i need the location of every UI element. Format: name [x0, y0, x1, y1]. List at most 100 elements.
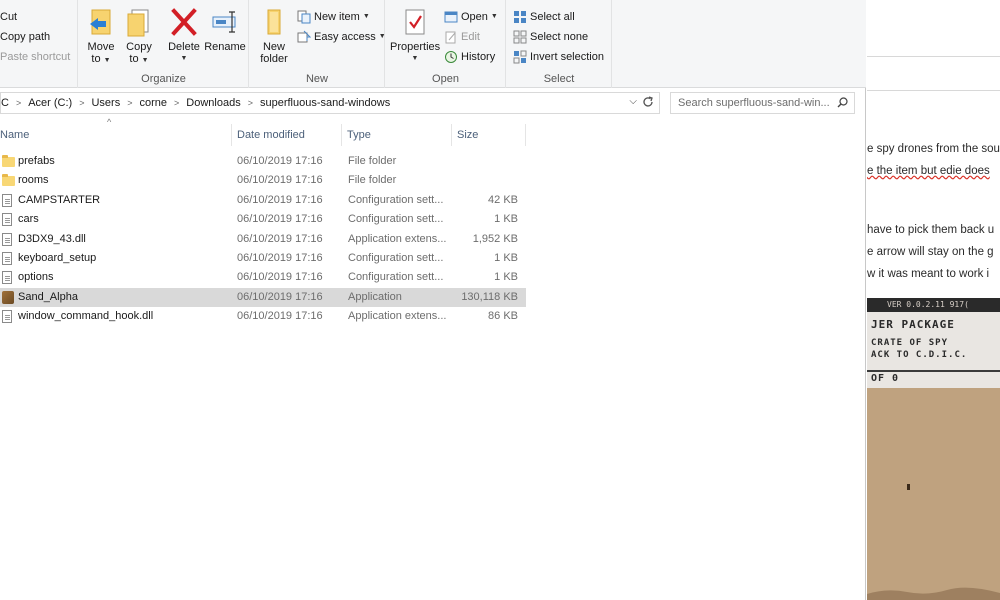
file-list: prefabs 06/10/2019 17:16 File folder roo… — [0, 152, 526, 327]
easy-access-button[interactable]: Easy access ▼ — [297, 28, 386, 46]
refresh-icon[interactable] — [641, 95, 655, 109]
file-type: Application extens... — [348, 310, 447, 323]
invert-selection-button[interactable]: Invert selection — [513, 48, 604, 66]
search-icon[interactable] — [837, 97, 848, 108]
properties-caret-icon: ▼ — [411, 55, 419, 62]
chevron-right-icon: > — [79, 98, 85, 108]
select-all-button[interactable]: Select all — [513, 8, 575, 26]
dll-file-icon — [2, 310, 12, 324]
rename-label: Rename — [204, 41, 246, 53]
file-date-modified: 06/10/2019 17:16 — [237, 193, 323, 206]
copy-to-label-1: Copy — [126, 41, 152, 53]
rename-button[interactable]: Rename — [203, 6, 247, 53]
organize-group: Move to ▼ Copy to ▼ Delete ▼ Rename Orga… — [79, 0, 249, 88]
file-row-prefabs[interactable]: prefabs 06/10/2019 17:16 File folder — [0, 152, 526, 171]
article-text-line: have to pick them back u — [867, 224, 995, 236]
file-explorer-window: Cut Copy path Paste shortcut Move to ▼ C… — [0, 0, 866, 600]
file-date-modified: 06/10/2019 17:16 — [237, 174, 323, 187]
breadcrumb-user[interactable]: corne — [135, 97, 171, 109]
history-button[interactable]: History — [444, 48, 495, 66]
ribbon: Cut Copy path Paste shortcut Move to ▼ C… — [0, 0, 866, 88]
file-type: Configuration sett... — [348, 251, 444, 264]
file-row-d3dx9[interactable]: D3DX9_43.dll 06/10/2019 17:16 Applicatio… — [0, 230, 526, 249]
copy-to-caret-icon: ▼ — [141, 57, 149, 64]
breadcrumb-drive[interactable]: Acer (C:) — [24, 97, 76, 109]
open-group: Properties ▼ Open ▼ Edit History Open — [386, 0, 506, 88]
move-to-label-2: to — [91, 53, 101, 65]
file-row-sand-alpha[interactable]: Sand_Alpha 06/10/2019 17:16 Application … — [0, 287, 526, 308]
column-headers: Name Date modified Type Size — [0, 124, 526, 146]
file-size: 1 KB — [494, 251, 518, 264]
divider — [867, 56, 1000, 57]
article-text-line: w it was meant to work i — [867, 268, 990, 280]
file-row-cars[interactable]: cars 06/10/2019 17:16 Configuration sett… — [0, 210, 526, 229]
breadcrumb-users[interactable]: Users — [87, 97, 124, 109]
paste-shortcut-button[interactable]: Paste shortcut — [0, 48, 70, 66]
new-folder-icon — [259, 6, 289, 38]
select-group: Select all Select none Invert selection … — [507, 0, 612, 88]
copy-to-button[interactable]: Copy to ▼ — [117, 6, 161, 67]
select-group-label: Select — [543, 73, 575, 85]
copy-to-label-2: to — [129, 53, 139, 65]
column-header-type[interactable]: Type — [343, 124, 452, 146]
search-input[interactable]: Search superfluous-sand-win... — [670, 92, 855, 114]
easy-access-icon — [297, 30, 312, 44]
folder-icon — [2, 174, 15, 187]
file-row-options[interactable]: options 06/10/2019 17:16 Configuration s… — [0, 268, 526, 287]
select-none-button[interactable]: Select none — [513, 28, 588, 46]
select-all-label: Select all — [530, 11, 575, 23]
open-group-label: Open — [432, 73, 459, 85]
file-size: 130,118 KB — [461, 290, 518, 303]
delete-label: Delete — [168, 41, 200, 53]
properties-button[interactable]: Properties ▼ — [390, 6, 440, 65]
file-date-modified: 06/10/2019 17:16 — [237, 310, 323, 323]
file-date-modified: 06/10/2019 17:16 — [237, 290, 323, 303]
file-name: options — [18, 271, 54, 284]
paste-shortcut-label: Paste shortcut — [0, 51, 71, 63]
file-name: prefabs — [18, 155, 55, 167]
file-row-keyboard-setup[interactable]: keyboard_setup 06/10/2019 17:16 Configur… — [0, 249, 526, 268]
file-type: File folder — [348, 174, 397, 187]
column-header-date-modified[interactable]: Date modified — [233, 124, 342, 146]
chevron-right-icon: > — [174, 98, 180, 108]
select-none-icon — [513, 30, 527, 44]
copy-path-label: Copy path — [0, 31, 51, 43]
chevron-right-icon: > — [127, 98, 133, 108]
file-type: Configuration sett... — [348, 193, 444, 206]
breadcrumb-root[interactable]: C — [1, 97, 13, 109]
open-button[interactable]: Open ▼ — [444, 8, 498, 26]
file-row-window-command-hook[interactable]: window_command_hook.dll 06/10/2019 17:16… — [0, 307, 526, 326]
file-type: Application — [348, 290, 402, 303]
file-size: 1 KB — [494, 271, 518, 284]
clipboard-group: Cut Copy path Paste shortcut — [0, 0, 78, 88]
file-name: rooms — [18, 174, 49, 187]
copy-path-button[interactable]: Copy path — [0, 28, 50, 46]
column-header-name[interactable]: Name — [0, 124, 232, 146]
new-item-button[interactable]: New item ▼ — [297, 8, 370, 26]
file-size: 86 KB — [488, 310, 518, 323]
delete-x-icon — [169, 6, 199, 38]
breadcrumb-current-folder[interactable]: superfluous-sand-windows — [256, 97, 394, 109]
delete-button[interactable]: Delete ▼ — [162, 6, 206, 65]
column-header-size[interactable]: Size — [453, 124, 526, 146]
breadcrumb-downloads[interactable]: Downloads — [182, 97, 244, 109]
file-name: keyboard_setup — [18, 251, 97, 264]
new-folder-button[interactable]: New folder — [252, 6, 296, 65]
file-type: Configuration sett... — [348, 271, 444, 284]
address-bar[interactable]: C > Acer (C:) > Users > corne > Download… — [0, 92, 660, 114]
new-group-label: New — [305, 73, 328, 85]
edit-label: Edit — [461, 31, 480, 43]
file-row-rooms[interactable]: rooms 06/10/2019 17:16 File folder — [0, 171, 526, 190]
move-to-caret-icon: ▼ — [103, 57, 111, 64]
config-file-icon — [2, 213, 12, 227]
edit-button[interactable]: Edit — [444, 28, 480, 46]
file-name: Sand_Alpha — [18, 290, 78, 303]
config-file-icon — [2, 193, 12, 207]
address-history-dropdown-icon[interactable]: ⌵ — [629, 96, 637, 107]
new-item-caret-icon: ▼ — [362, 13, 370, 20]
file-row-campstarter[interactable]: CAMPSTARTER 06/10/2019 17:16 Configurati… — [0, 191, 526, 210]
invert-selection-label: Invert selection — [530, 51, 604, 63]
select-all-icon — [513, 10, 527, 24]
search-placeholder: Search superfluous-sand-win... — [678, 97, 830, 109]
cut-button[interactable]: Cut — [0, 8, 17, 26]
